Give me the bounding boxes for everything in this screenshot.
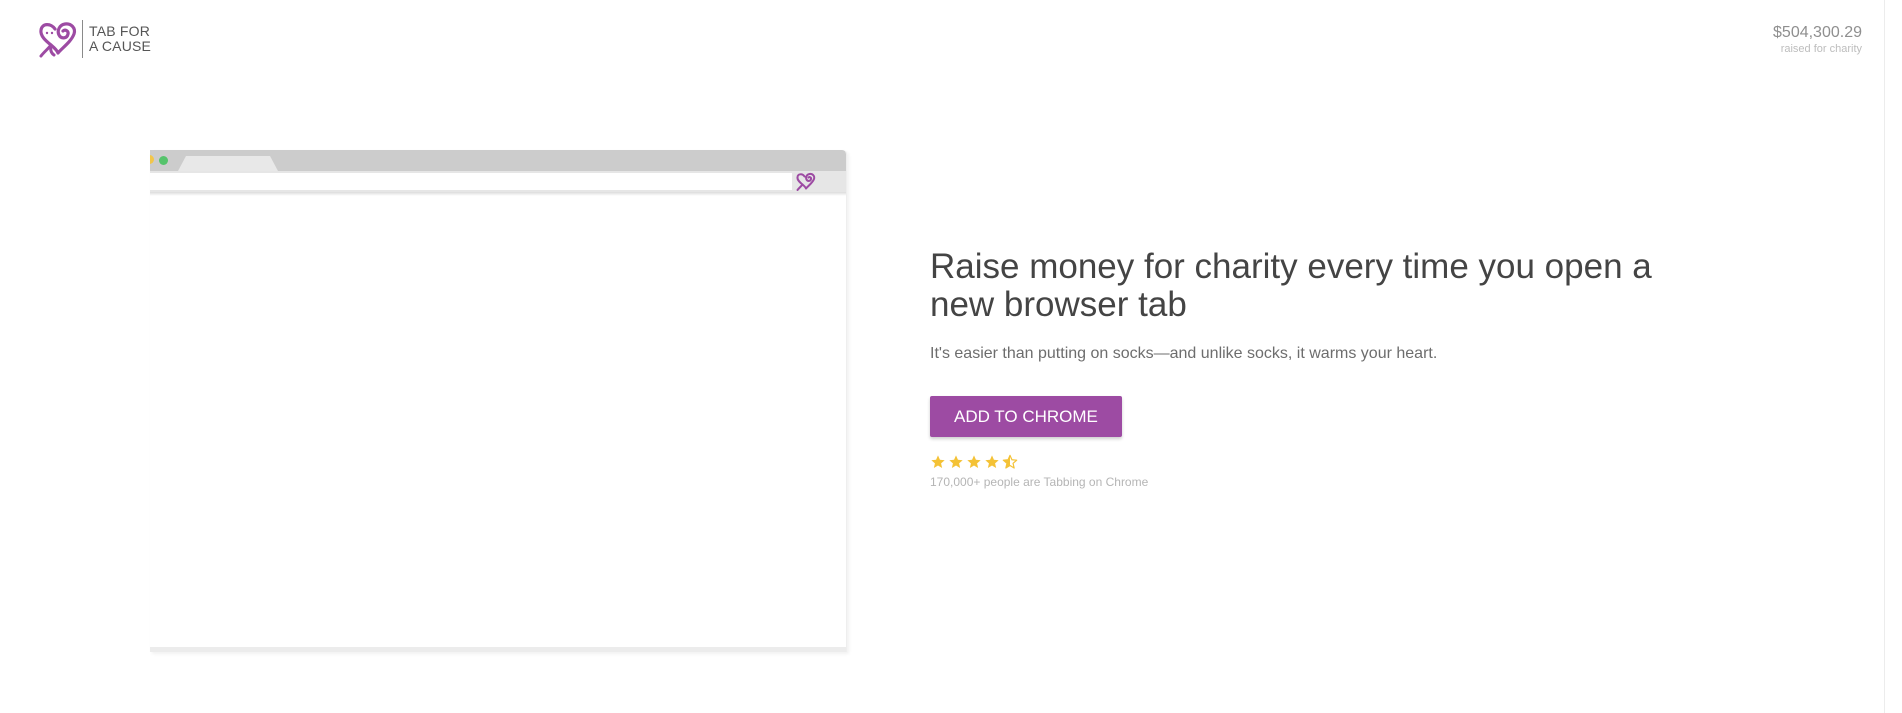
star-icon <box>985 455 999 468</box>
page-scrollbar[interactable] <box>1884 0 1902 713</box>
users-count-text: 170,000+ people are Tabbing on Chrome <box>930 475 1149 489</box>
logo-link[interactable]: TAB FOR A CAUSE <box>38 20 151 58</box>
money-raised: $504,300.29 raised for charity <box>1773 24 1862 56</box>
money-raised-amount: $504,300.29 <box>1773 24 1862 41</box>
browser-bottom-edge <box>150 647 846 652</box>
heart-loop-icon <box>39 22 77 58</box>
heart-loop-icon <box>796 172 816 191</box>
hero-subtitle: It's easier than putting on socks—and un… <box>930 345 1438 362</box>
hero-title: Raise money for charity every time you o… <box>930 247 1652 324</box>
browser-titlebar <box>150 150 846 171</box>
window-maximize-dot <box>159 156 168 165</box>
money-raised-label: raised for charity <box>1780 43 1862 55</box>
star-half-icon <box>1002 454 1018 469</box>
star-icon <box>967 455 981 468</box>
logo-divider <box>82 20 83 58</box>
logo-line-1: TAB FOR <box>89 23 151 39</box>
browser-url-bar <box>150 173 792 190</box>
browser-toolbar <box>150 171 846 192</box>
logo-line-2: A CAUSE <box>89 38 152 54</box>
add-to-chrome-button[interactable]: ADD TO CHROME <box>930 396 1122 437</box>
rating-stars <box>930 453 1710 471</box>
browser-tab <box>178 156 278 171</box>
logo-wordmark: TAB FOR A CAUSE <box>89 24 151 54</box>
window-minimize-dot <box>150 155 154 164</box>
hero-section: Raise money for charity every time you o… <box>930 248 1710 489</box>
star-icon <box>949 455 963 468</box>
landing-page: TAB FOR A CAUSE $504,300.29 raised for c… <box>0 0 1902 713</box>
star-icon <box>931 455 945 468</box>
browser-content-area <box>150 196 846 646</box>
browser-mockup <box>150 150 847 652</box>
